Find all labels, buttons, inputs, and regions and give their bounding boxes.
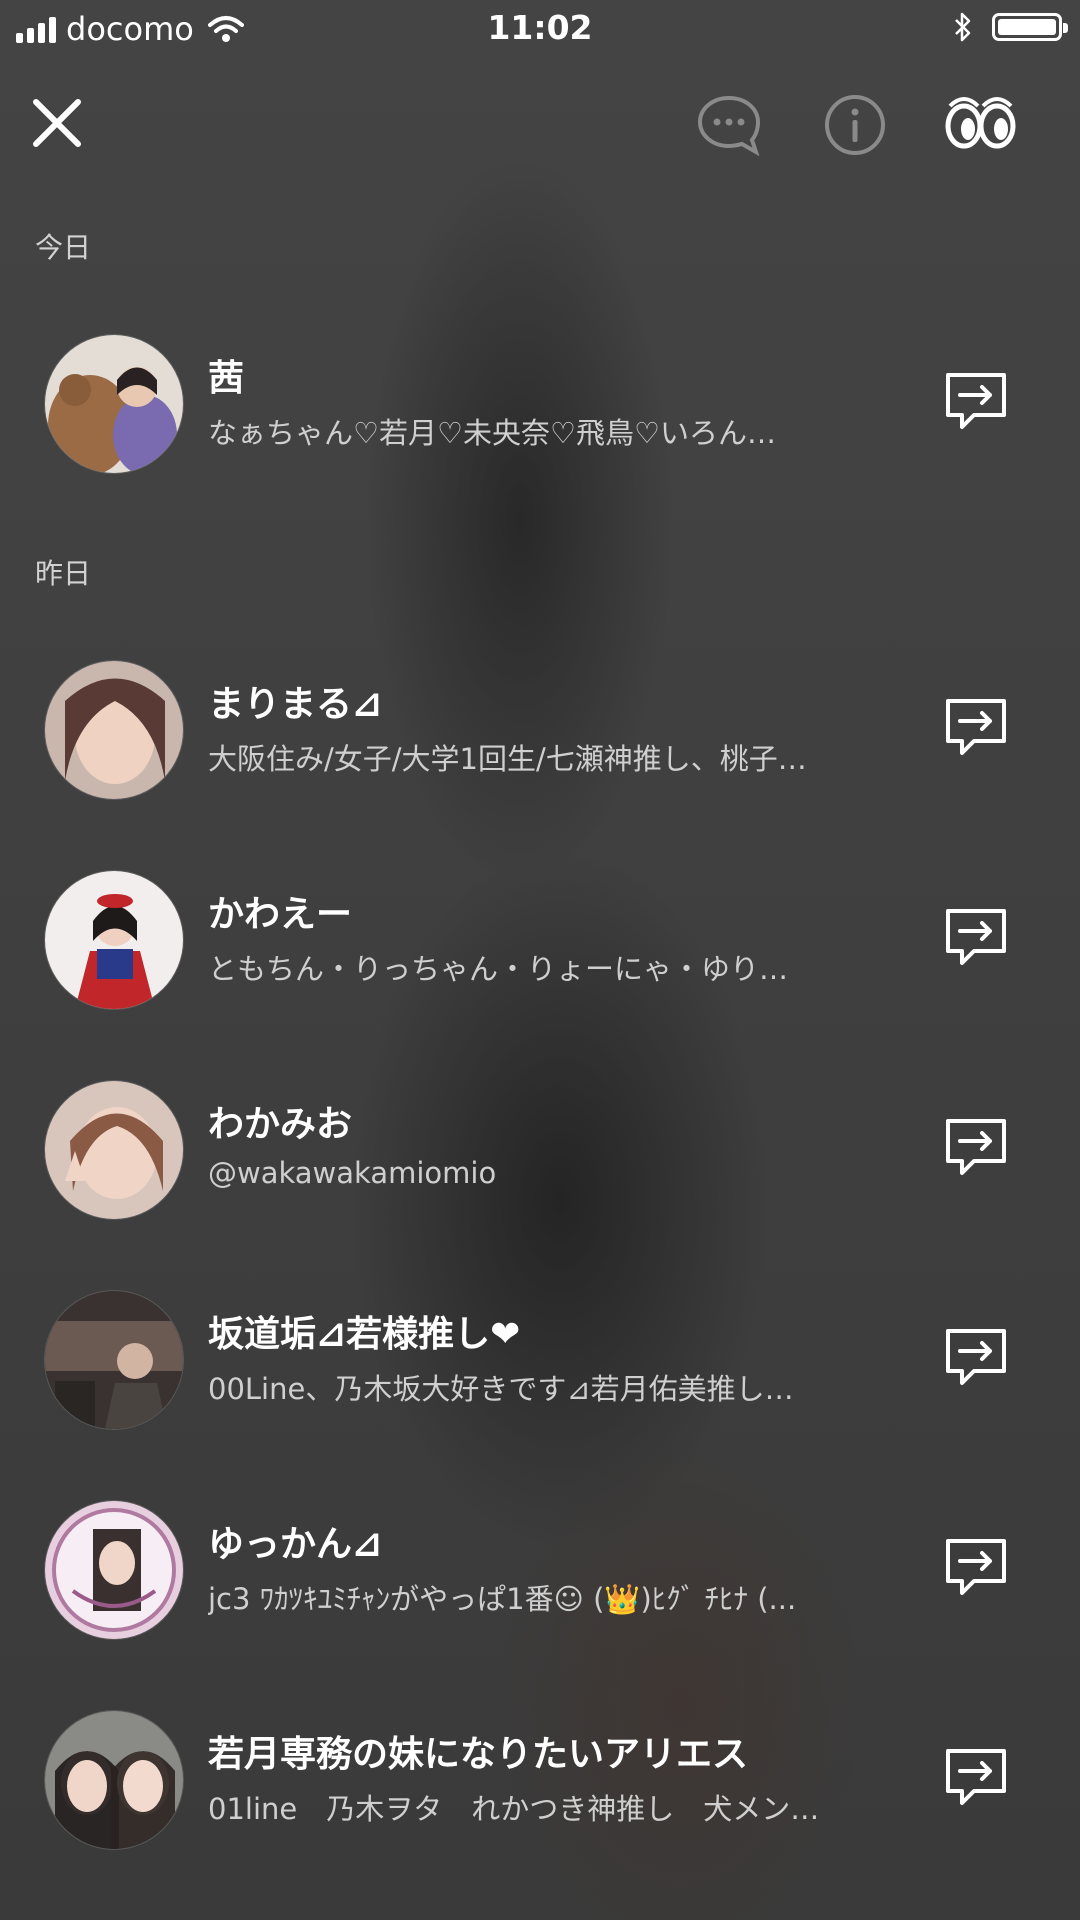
user-name: 茜 [208,358,245,399]
section-label-yesterday: 昨日 [35,557,92,590]
user-description: 大阪住み/女子/大学1回生/七瀬神推し、桃子… [208,742,807,776]
user-name: 坂道垢⊿若様推し❤ [208,1314,521,1355]
avatar[interactable] [45,1081,183,1219]
avatar[interactable] [45,1501,183,1639]
forward-message-icon[interactable] [944,1537,1008,1597]
list-item[interactable]: わかみお @wakawakamiomio [0,1081,1080,1231]
user-description: ともちん・りっちゃん・りょーにゃ・ゆり… [208,952,789,986]
avatar[interactable] [45,661,183,799]
list-item[interactable]: かわえー ともちん・りっちゃん・りょーにゃ・ゆり… [0,871,1080,1021]
chat-bubble-icon[interactable] [696,94,762,156]
avatar[interactable] [45,871,183,1009]
forward-message-icon[interactable] [944,1117,1008,1177]
battery-icon [992,13,1068,41]
forward-message-icon[interactable] [944,907,1008,967]
close-icon[interactable] [30,96,84,150]
user-name: 若月専務の妹になりたいアリエス [208,1734,749,1775]
user-description: なぁちゃん♡若月♡未央奈♡飛鳥♡いろん… [208,416,776,450]
user-name: ゆっかん⊿ [208,1524,383,1565]
bluetooth-icon [955,12,971,42]
list-item[interactable]: ゆっかん⊿ jc3 ﾜｶﾂｷﾕﾐﾁｬﾝがやっぱ1番☺ (👑)ﾋｸﾞ ﾁﾋﾅ (.… [0,1501,1080,1651]
list-item[interactable]: 若月専務の妹になりたいアリエス 01line 乃木ヲタ れかつき神推し 犬メン… [0,1711,1080,1861]
user-description: jc3 ﾜｶﾂｷﾕﾐﾁｬﾝがやっぱ1番☺ (👑)ﾋｸﾞ ﾁﾋﾅ (... [208,1582,797,1616]
forward-message-icon[interactable] [944,371,1008,431]
user-description: 01line 乃木ヲタ れかつき神推し 犬メン… [208,1792,820,1826]
avatar[interactable] [45,1291,183,1429]
user-name: まりまる⊿ [208,684,383,725]
forward-message-icon[interactable] [944,1747,1008,1807]
forward-message-icon[interactable] [944,1327,1008,1387]
status-bar: docomo 11:02 [0,0,1080,58]
list-item[interactable]: まりまる⊿ 大阪住み/女子/大学1回生/七瀬神推し、桃子… [0,661,1080,811]
user-description: @wakawakamiomio [208,1156,497,1190]
eyes-icon[interactable] [944,94,1018,152]
user-description: 00Line、乃木坂大好きです⊿若月佑美推し… [208,1372,794,1406]
avatar[interactable] [45,335,183,473]
avatar[interactable] [45,1711,183,1849]
section-label-today: 今日 [35,231,92,264]
user-name: かわえー [208,894,353,935]
clock: 11:02 [487,8,593,47]
list-item[interactable]: 坂道垢⊿若様推し❤ 00Line、乃木坂大好きです⊿若月佑美推し… [0,1291,1080,1441]
list-item[interactable]: 茜 なぁちゃん♡若月♡未央奈♡飛鳥♡いろん… [0,335,1080,485]
user-name: わかみお [208,1104,353,1145]
info-icon[interactable] [822,94,888,156]
forward-message-icon[interactable] [944,697,1008,757]
